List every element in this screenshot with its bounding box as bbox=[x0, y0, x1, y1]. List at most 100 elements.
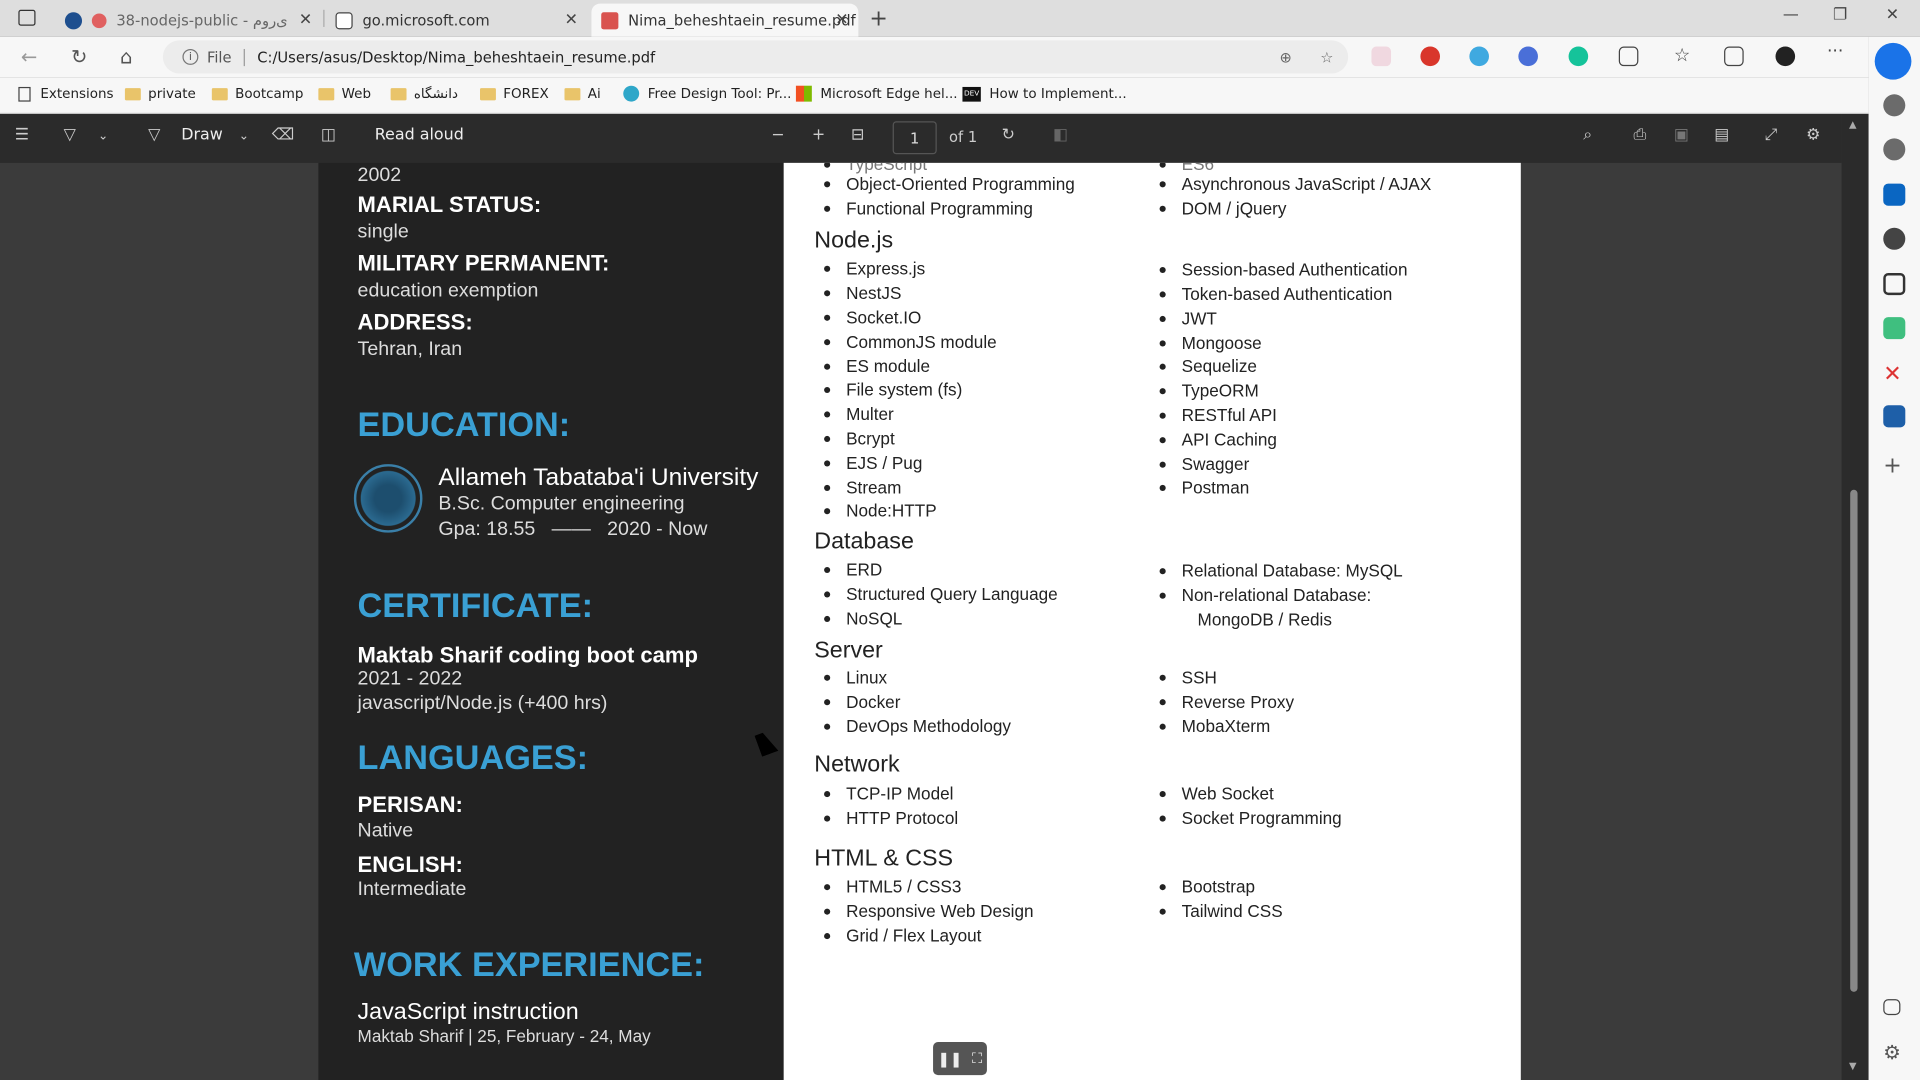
skill-item: NoSQL bbox=[824, 608, 903, 629]
print-icon[interactable]: ⎙ bbox=[1633, 126, 1646, 144]
bookmark-forex[interactable]: FOREX bbox=[480, 86, 549, 102]
settings-icon[interactable]: ⚙ bbox=[1806, 126, 1820, 144]
bookmark-ai[interactable]: Ai bbox=[564, 86, 601, 102]
rotate-icon[interactable]: ↻ bbox=[1002, 126, 1015, 144]
tab-label: go.microsoft.com bbox=[362, 11, 490, 29]
skill-item: HTTP Protocol bbox=[824, 808, 959, 828]
job-detail: Maktab Sharif | 25, February - 24, May bbox=[357, 1026, 651, 1046]
bookmark-university[interactable]: دانشگاه bbox=[390, 86, 458, 102]
close-icon[interactable]: ✕ bbox=[565, 11, 578, 29]
eraser-icon[interactable]: ⌫ bbox=[272, 126, 295, 144]
draw-button[interactable]: Draw bbox=[181, 126, 223, 144]
skill-item: Token-based Authentication bbox=[1159, 284, 1393, 304]
refresh-icon[interactable]: ↻ bbox=[71, 45, 87, 68]
skill-item: TypeScript bbox=[824, 162, 927, 174]
view-icon[interactable]: ◫ bbox=[321, 126, 336, 144]
pdf-scrollbar[interactable]: ▲ ▼ bbox=[1841, 113, 1869, 1080]
chevron-down-icon[interactable]: ⌄ bbox=[239, 130, 249, 143]
favorites-icon[interactable]: ☆ bbox=[1674, 44, 1694, 66]
skill-item: SSH bbox=[1159, 667, 1217, 687]
file-label: File bbox=[206, 48, 232, 66]
info-icon[interactable]: i bbox=[182, 48, 199, 65]
scroll-thumb[interactable] bbox=[1850, 489, 1858, 992]
tab-resume-pdf[interactable]: Nima_beheshtaein_resume.pdf ✕ bbox=[591, 3, 859, 37]
new-tab-icon[interactable]: + bbox=[869, 6, 887, 32]
back-icon[interactable]: ← bbox=[21, 45, 37, 68]
skill-item: MongoDB / Redis bbox=[1197, 609, 1332, 630]
skill-item: Linux bbox=[823, 667, 888, 687]
add-icon[interactable]: + bbox=[1883, 453, 1901, 479]
extension-icon[interactable] bbox=[1518, 46, 1538, 67]
page-number-input[interactable]: 1 bbox=[892, 121, 937, 155]
skill-item: Web Socket bbox=[1159, 783, 1274, 804]
settings-icon[interactable]: ⚙ bbox=[1883, 1041, 1901, 1064]
recording-controls[interactable]: ❚❚ ⛶ bbox=[933, 1042, 987, 1076]
restore-icon[interactable]: ❐ bbox=[1833, 6, 1847, 24]
tab-microsoft[interactable]: go.microsoft.com ✕ bbox=[326, 4, 588, 37]
close-icon[interactable]: ✕ bbox=[299, 11, 312, 29]
collections-icon[interactable] bbox=[1724, 46, 1744, 67]
puzzle-icon[interactable] bbox=[1618, 46, 1639, 67]
extension-b-icon[interactable] bbox=[1883, 94, 1906, 117]
bookmark-free-design-tool[interactable]: Free Design Tool: Pr... bbox=[623, 85, 791, 102]
bookmark-extensions[interactable]: Extensions bbox=[18, 86, 114, 102]
tab-actions-icon[interactable] bbox=[18, 9, 36, 26]
extension-icon[interactable] bbox=[1883, 405, 1906, 428]
bookmark-bootcamp[interactable]: Bootcamp bbox=[211, 86, 303, 102]
skill-item: Postman bbox=[1159, 477, 1250, 498]
page-view-icon[interactable]: ◧ bbox=[1053, 126, 1068, 144]
favorite-icon[interactable]: ☆ bbox=[1320, 48, 1333, 65]
skill-item: Stream bbox=[824, 477, 902, 498]
minimize-icon[interactable]: — bbox=[1783, 6, 1799, 24]
folder-icon bbox=[564, 87, 581, 100]
draw-icon[interactable]: ▽ bbox=[148, 126, 160, 144]
skill-item: HTML5 / CSS3 bbox=[824, 876, 962, 897]
extension-icon[interactable] bbox=[1469, 46, 1489, 67]
bookmark-web[interactable]: Web bbox=[318, 86, 371, 102]
extension-icon[interactable] bbox=[1420, 46, 1441, 67]
skill-item: Asynchronous JavaScript / AJAX bbox=[1159, 173, 1432, 194]
zoom-out-icon[interactable]: − bbox=[771, 126, 784, 144]
skill-item: ERD bbox=[824, 559, 883, 580]
x-icon[interactable]: ✕ bbox=[1883, 361, 1901, 387]
skill-item: Express.js bbox=[824, 258, 926, 278]
close-icon[interactable]: ✕ bbox=[835, 11, 848, 29]
extension-icon[interactable] bbox=[1371, 46, 1392, 67]
read-aloud-button[interactable]: Read aloud bbox=[375, 126, 464, 144]
collapse-icon[interactable]: ⛶ bbox=[972, 1049, 982, 1067]
extension-icon[interactable] bbox=[1883, 317, 1906, 340]
window-close-icon[interactable]: ✕ bbox=[1886, 6, 1899, 24]
search-icon[interactable]: ⌕ bbox=[1583, 126, 1592, 144]
fit-page-icon[interactable]: ⊟ bbox=[851, 126, 864, 144]
pause-icon[interactable]: ❚❚ bbox=[938, 1050, 963, 1067]
scroll-up-icon[interactable]: ▲ bbox=[1849, 119, 1857, 130]
save-as-icon[interactable]: ▤ bbox=[1714, 126, 1729, 144]
bookmark-private[interactable]: private bbox=[124, 86, 196, 102]
fullscreen-icon[interactable]: ⤢ bbox=[1764, 126, 1777, 144]
chevron-down-icon[interactable]: ⌄ bbox=[98, 130, 108, 143]
home-icon[interactable]: ⌂ bbox=[120, 45, 132, 68]
bing-copilot-icon[interactable] bbox=[1874, 42, 1912, 80]
address-value: Tehran, Iran bbox=[357, 339, 463, 361]
panel-icon[interactable] bbox=[1883, 273, 1906, 296]
profile-avatar[interactable] bbox=[1775, 46, 1796, 67]
address-input[interactable]: i File C:/Users/asus/Desktop/Nima_behesh… bbox=[162, 40, 1349, 74]
language-persian-level: Native bbox=[357, 820, 414, 842]
certificate-topic: javascript/Node.js (+400 hrs) bbox=[357, 693, 608, 714]
highlight-icon[interactable]: ▽ bbox=[64, 126, 76, 144]
bookmark-how-to-implement[interactable]: DEV How to Implement... bbox=[962, 86, 1127, 102]
linkedin-icon[interactable] bbox=[1883, 183, 1906, 206]
extension-t-icon[interactable] bbox=[1883, 138, 1906, 161]
more-icon[interactable]: ··· bbox=[1827, 42, 1847, 62]
zoom-icon[interactable]: ⊕ bbox=[1280, 48, 1292, 65]
bookmark-edge-help[interactable]: Microsoft Edge hel... bbox=[795, 85, 958, 102]
github-icon[interactable] bbox=[1883, 227, 1906, 250]
sidebar-toggle-icon[interactable] bbox=[1883, 999, 1901, 1016]
tab-skyroom[interactable]: 38-nodejs-public - اسکای‌روم ✕ bbox=[55, 4, 322, 37]
contents-icon[interactable]: ☰ bbox=[15, 126, 29, 144]
grammarly-icon[interactable] bbox=[1568, 46, 1589, 67]
save-icon[interactable]: ▣ bbox=[1674, 126, 1689, 144]
section-nodejs: Node.js bbox=[814, 227, 894, 254]
zoom-in-icon[interactable]: + bbox=[812, 126, 825, 144]
scroll-down-icon[interactable]: ▼ bbox=[1849, 1060, 1857, 1071]
